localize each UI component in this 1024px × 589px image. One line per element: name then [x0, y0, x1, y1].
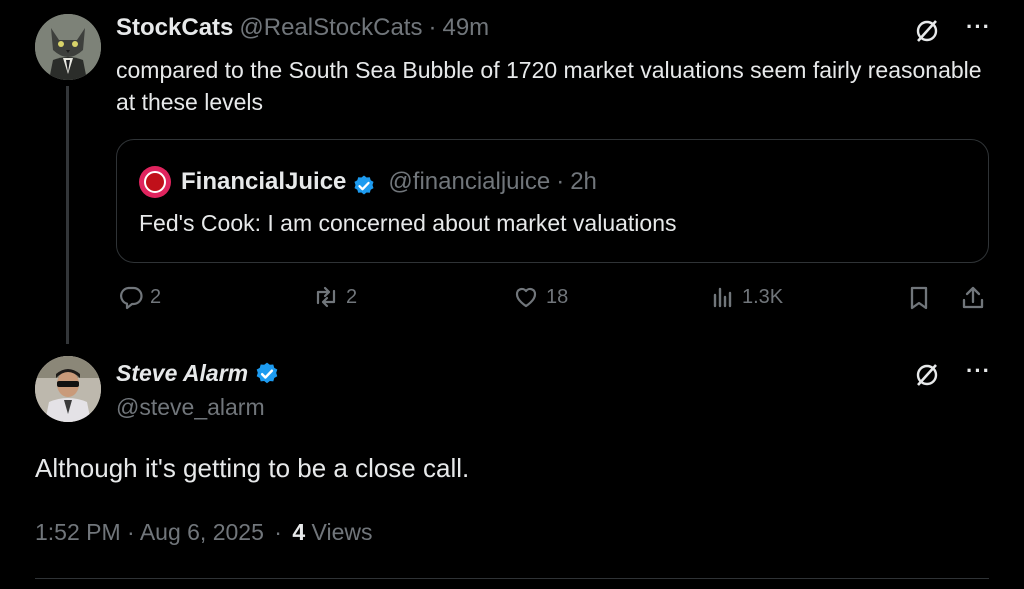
parent-tweet-header: StockCats @RealStockCats · 49m [116, 14, 489, 42]
reply-icon [120, 286, 143, 310]
bookmark-button[interactable] [906, 284, 932, 312]
repost-count: 2 [346, 285, 358, 308]
bottom-divider [35, 578, 989, 579]
like-icon [515, 287, 537, 308]
like-button[interactable]: 18 [512, 284, 568, 310]
main-author-name[interactable]: Steve Alarm [116, 360, 248, 387]
reply-count: 2 [150, 285, 162, 308]
more-icon[interactable]: ··· [966, 16, 991, 40]
separator-dot: · [428, 14, 437, 41]
repost-button[interactable]: 2 [312, 284, 357, 310]
reply-button[interactable]: 2 [118, 284, 161, 310]
view-count: 1.3K [742, 285, 784, 308]
more-icon[interactable]: ··· [966, 360, 991, 384]
stockcats-avatar[interactable] [35, 14, 101, 80]
grok-icon[interactable] [914, 18, 940, 44]
quoted-tweet-time[interactable]: 2h [570, 168, 597, 196]
bookmark-icon [910, 286, 928, 310]
quoted-tweet-text: Fed's Cook: I am concerned about market … [139, 210, 677, 236]
separator-dot: · [274, 519, 282, 545]
steve-avatar-image [35, 356, 101, 422]
quoted-author-name[interactable]: FinancialJuice [181, 168, 346, 196]
quoted-author-handle[interactable]: @financialjuice [388, 168, 550, 196]
share-button[interactable] [960, 284, 986, 312]
main-author-handle[interactable]: @steve_alarm [116, 394, 265, 421]
main-tweet-meta: 1:52 PM · Aug 6, 2025 · 4 Views [35, 519, 372, 546]
cat-avatar-image [35, 14, 101, 80]
main-tweet-timestamp[interactable]: 1:52 PM · Aug 6, 2025 [35, 519, 264, 545]
main-tweet-views-label: Views [311, 519, 373, 545]
parent-author-handle[interactable]: @RealStockCats [239, 14, 422, 42]
parent-tweet-time[interactable]: 49m [442, 14, 489, 42]
verified-badge-icon [254, 361, 280, 387]
quoted-tweet-header: FinancialJuice @financialjuice · 2h [139, 166, 597, 198]
views-button[interactable]: 1.3K [710, 284, 783, 310]
views-icon [713, 287, 732, 308]
parent-tweet-action-bar: 2 2 18 1.3K [116, 284, 990, 316]
main-tweet-text: Although it's getting to be a close call… [35, 453, 470, 483]
main-author-name-row: Steve Alarm [116, 360, 280, 387]
financialjuice-logo-icon [139, 166, 171, 198]
verified-badge-icon [352, 174, 376, 198]
repost-icon [316, 286, 336, 308]
thread-connector-line [66, 86, 69, 344]
grok-icon[interactable] [914, 362, 940, 388]
share-icon [962, 286, 984, 309]
parent-tweet-text: compared to the South Sea Bubble of 1720… [116, 57, 982, 115]
main-tweet-view-count: 4 [292, 519, 306, 545]
like-count: 18 [546, 285, 569, 308]
main-tweet-top-actions: ··· [914, 360, 991, 388]
separator-dot: · [556, 168, 565, 195]
quoted-tweet-card[interactable]: FinancialJuice @financialjuice · 2h Fed'… [116, 139, 989, 263]
parent-tweet-top-actions: ··· [914, 16, 991, 44]
parent-author-name[interactable]: StockCats [116, 14, 233, 42]
steve-alarm-avatar[interactable] [35, 356, 101, 422]
